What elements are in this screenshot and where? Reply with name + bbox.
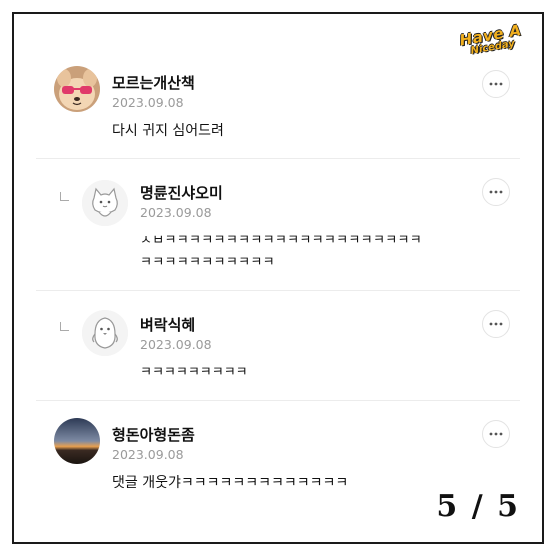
- sunset-photo-avatar[interactable]: [54, 418, 100, 464]
- dog-photo-icon: [54, 66, 100, 112]
- commenter-name[interactable]: 형돈아형돈좀: [112, 424, 195, 445]
- comment-date: 2023.09.08: [112, 447, 184, 462]
- cat-default-avatar[interactable]: [82, 180, 128, 226]
- comment-text: ㅋㅋㅋㅋㅋㅋㅋㅋㅋ: [140, 365, 248, 380]
- more-options-button[interactable]: [482, 178, 510, 206]
- penguin-default-icon: [82, 310, 128, 356]
- more-options-button[interactable]: [482, 310, 510, 338]
- reply-indicator-icon: [60, 322, 69, 331]
- commenter-name[interactable]: 모르는개산책: [112, 72, 195, 93]
- penguin-default-avatar[interactable]: [82, 310, 128, 356]
- ellipsis-icon: [489, 432, 503, 436]
- comment-date: 2023.09.08: [140, 337, 212, 352]
- ellipsis-icon: [489, 322, 503, 326]
- sunset-photo-icon: [54, 418, 100, 464]
- more-options-button[interactable]: [482, 420, 510, 448]
- commenter-name[interactable]: 벼락식혜: [140, 314, 195, 335]
- comment-text: 다시 귀지 심어드려: [112, 123, 224, 139]
- commenter-name[interactable]: 명륜진샤오미: [140, 182, 223, 203]
- dog-photo-avatar[interactable]: [54, 66, 100, 112]
- page-indicator: 5 / 5: [436, 489, 520, 524]
- comment-date: 2023.09.08: [140, 205, 212, 220]
- comment-divider: [36, 400, 520, 401]
- comment-text: ㅅㅂㅋㅋㅋㅋㅋㅋㅋㅋㅋㅋㅋㅋㅋㅋㅋㅋㅋㅋㅋㅋㅋ ㅋㅋㅋㅋㅋㅋㅋㅋㅋㅋㅋ: [140, 233, 422, 270]
- image-frame: Have A Niceday 모르는개산책 2023.09.08 다시 귀지 심…: [12, 12, 544, 544]
- have-a-niceday-logo: Have A Niceday: [457, 21, 529, 76]
- comment-text: 댓글 개웃갸ㅋㅋㅋㅋㅋㅋㅋㅋㅋㅋㅋㅋㅋ: [112, 475, 349, 491]
- cat-default-icon: [82, 180, 128, 226]
- ellipsis-icon: [489, 82, 503, 86]
- comment-divider: [36, 158, 520, 159]
- more-options-button[interactable]: [482, 70, 510, 98]
- comment-divider: [36, 290, 520, 291]
- comment-date: 2023.09.08: [112, 95, 184, 110]
- ellipsis-icon: [489, 190, 503, 194]
- reply-indicator-icon: [60, 192, 69, 201]
